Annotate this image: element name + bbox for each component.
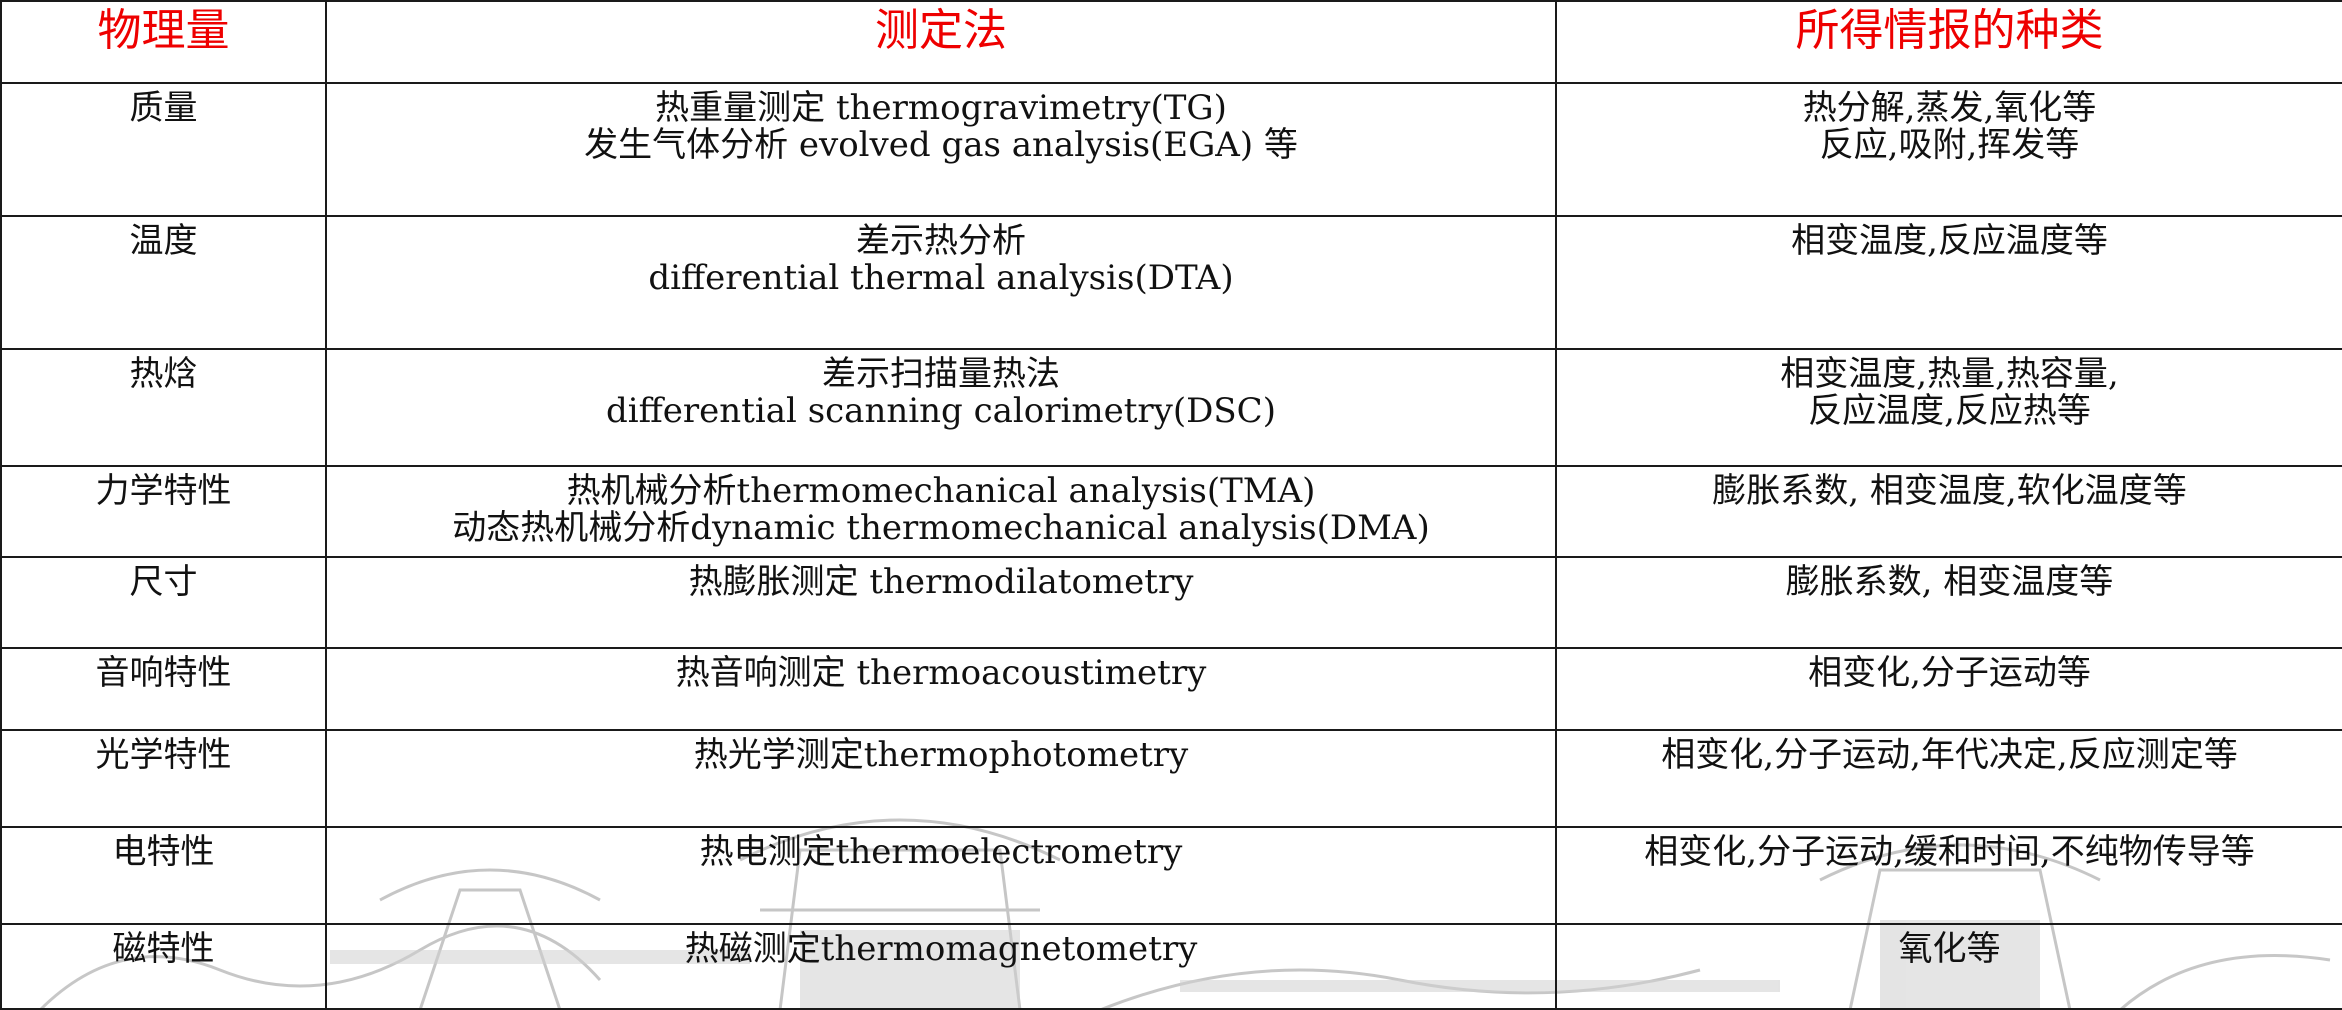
method-line: 动态热机械分析dynamic thermomechanical analysis… bbox=[452, 508, 1430, 548]
method-line: 热磁测定thermomagnetometry bbox=[684, 929, 1198, 969]
cell-info: 相变化,分子运动等 bbox=[1555, 647, 2342, 731]
thermal-analysis-table: 物理量 测定法 所得情报的种类 质量 热重量测定 thermogravimetr… bbox=[0, 0, 2342, 1010]
cell-method: 热光学测定thermophotometry bbox=[325, 729, 1557, 828]
cell-quantity: 磁特性 bbox=[0, 923, 327, 1010]
header-row: 物理量 测定法 所得情报的种类 bbox=[0, 0, 2342, 84]
table-row: 质量 热重量测定 thermogravimetry(TG) 发生气体分析 evo… bbox=[0, 82, 2342, 217]
cell-info: 膨胀系数, 相变温度,软化温度等 bbox=[1555, 465, 2342, 558]
method-line: 热膨胀测定 thermodilatometry bbox=[688, 562, 1194, 602]
cell-quantity: 尺寸 bbox=[0, 556, 327, 649]
header-physical-quantity: 物理量 bbox=[0, 0, 327, 84]
info-line: 相变化,分子运动,缓和时间,不纯物传导等 bbox=[1644, 832, 2255, 872]
slide-page: 物理量 测定法 所得情报的种类 质量 热重量测定 thermogravimetr… bbox=[0, 0, 2342, 1010]
method-line: differential thermal analysis(DTA) bbox=[648, 258, 1234, 298]
info-line: 膨胀系数, 相变温度等 bbox=[1785, 562, 2114, 602]
cell-method: 热磁测定thermomagnetometry bbox=[325, 923, 1557, 1010]
table-row: 磁特性 热磁测定thermomagnetometry 氧化等 bbox=[0, 923, 2342, 1010]
cell-quantity: 热焓 bbox=[0, 348, 327, 467]
cell-info: 相变温度,热量,热容量, 反应温度,反应热等 bbox=[1555, 348, 2342, 467]
info-line: 氧化等 bbox=[1898, 929, 2001, 969]
info-line: 热分解,蒸发,氧化等 bbox=[1802, 88, 2097, 128]
method-line: 差示热分析 bbox=[856, 221, 1026, 261]
method-line: 差示扫描量热法 bbox=[822, 354, 1060, 394]
cell-quantity: 温度 bbox=[0, 215, 327, 350]
table-row: 热焓 差示扫描量热法 differential scanning calorim… bbox=[0, 348, 2342, 467]
method-line: 热音响测定 thermoacoustimetry bbox=[675, 653, 1207, 693]
cell-method: 热机械分析thermomechanical analysis(TMA) 动态热机… bbox=[325, 465, 1557, 558]
cell-method: 差示扫描量热法 differential scanning calorimetr… bbox=[325, 348, 1557, 467]
cell-quantity: 力学特性 bbox=[0, 465, 327, 558]
cell-quantity: 质量 bbox=[0, 82, 327, 217]
cell-method: 差示热分析 differential thermal analysis(DTA) bbox=[325, 215, 1557, 350]
table-row: 温度 差示热分析 differential thermal analysis(D… bbox=[0, 215, 2342, 350]
cell-method: 热音响测定 thermoacoustimetry bbox=[325, 647, 1557, 731]
cell-info: 相变化,分子运动,年代决定,反应测定等 bbox=[1555, 729, 2342, 828]
cell-info: 膨胀系数, 相变温度等 bbox=[1555, 556, 2342, 649]
method-line: differential scanning calorimetry(DSC) bbox=[606, 391, 1276, 431]
cell-info: 相变化,分子运动,缓和时间,不纯物传导等 bbox=[1555, 826, 2342, 925]
method-line: 发生气体分析 evolved gas analysis(EGA) 等 bbox=[584, 125, 1298, 165]
cell-info: 相变温度,反应温度等 bbox=[1555, 215, 2342, 350]
info-line: 反应,吸附,挥发等 bbox=[1819, 125, 2080, 165]
cell-quantity: 音响特性 bbox=[0, 647, 327, 731]
header-measurement-method: 测定法 bbox=[325, 0, 1557, 84]
cell-quantity: 电特性 bbox=[0, 826, 327, 925]
method-line: 热电测定thermoelectrometry bbox=[699, 832, 1183, 872]
table-row: 尺寸 热膨胀测定 thermodilatometry 膨胀系数, 相变温度等 bbox=[0, 556, 2342, 649]
table-row: 音响特性 热音响测定 thermoacoustimetry 相变化,分子运动等 bbox=[0, 647, 2342, 731]
info-line: 相变温度,反应温度等 bbox=[1791, 221, 2108, 261]
cell-method: 热膨胀测定 thermodilatometry bbox=[325, 556, 1557, 649]
info-line: 反应温度,反应热等 bbox=[1808, 391, 2091, 431]
info-line: 膨胀系数, 相变温度,软化温度等 bbox=[1712, 471, 2187, 511]
cell-info: 热分解,蒸发,氧化等 反应,吸附,挥发等 bbox=[1555, 82, 2342, 217]
table-row: 光学特性 热光学测定thermophotometry 相变化,分子运动,年代决定… bbox=[0, 729, 2342, 828]
cell-quantity: 光学特性 bbox=[0, 729, 327, 828]
header-information-type: 所得情报的种类 bbox=[1555, 0, 2342, 84]
info-line: 相变化,分子运动,年代决定,反应测定等 bbox=[1661, 735, 2238, 775]
info-line: 相变温度,热量,热容量, bbox=[1780, 354, 2119, 394]
info-line: 相变化,分子运动等 bbox=[1808, 653, 2091, 693]
cell-method: 热重量测定 thermogravimetry(TG) 发生气体分析 evolve… bbox=[325, 82, 1557, 217]
table-row: 力学特性 热机械分析thermomechanical analysis(TMA)… bbox=[0, 465, 2342, 558]
method-line: 热重量测定 thermogravimetry(TG) bbox=[655, 88, 1227, 128]
method-line: 热光学测定thermophotometry bbox=[693, 735, 1189, 775]
cell-method: 热电测定thermoelectrometry bbox=[325, 826, 1557, 925]
method-line: 热机械分析thermomechanical analysis(TMA) bbox=[566, 471, 1316, 511]
table-row: 电特性 热电测定thermoelectrometry 相变化,分子运动,缓和时间… bbox=[0, 826, 2342, 925]
cell-info: 氧化等 bbox=[1555, 923, 2342, 1010]
